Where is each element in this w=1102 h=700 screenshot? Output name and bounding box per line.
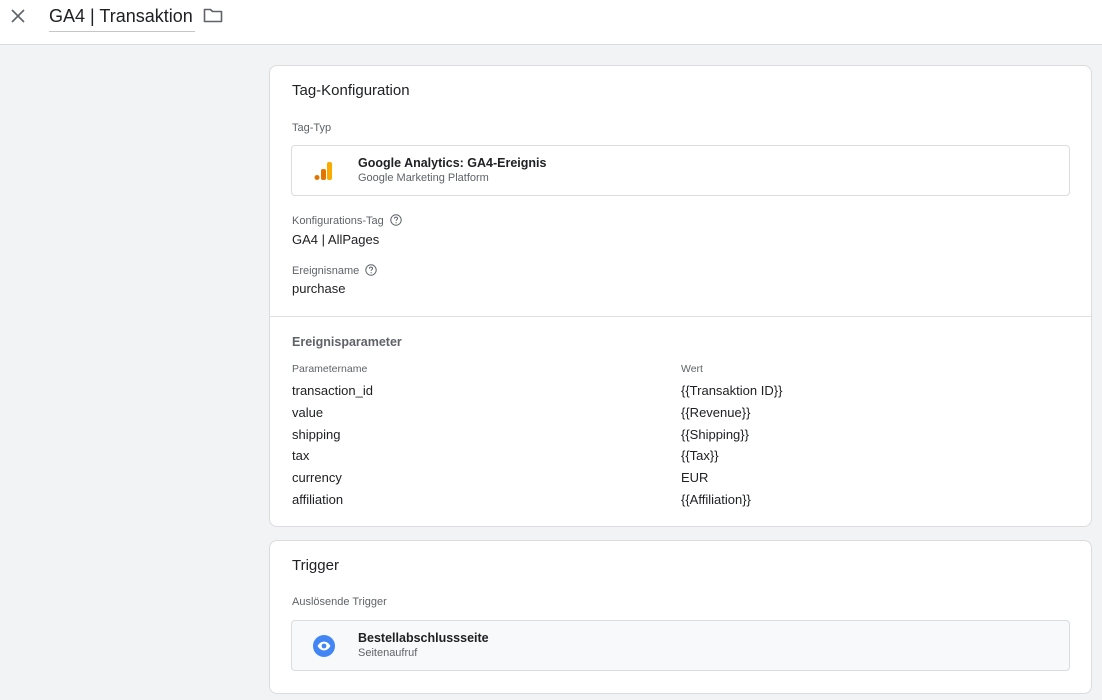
trigger-card[interactable]: Trigger Auslösende Trigger Bestellabschl… bbox=[269, 540, 1092, 694]
firing-triggers-label: Auslösende Trigger bbox=[292, 596, 387, 608]
help-icon[interactable] bbox=[390, 214, 402, 226]
card-title: Trigger bbox=[292, 557, 339, 574]
event-name-label-text: Ereignisname bbox=[292, 265, 360, 277]
tag-type-platform: Google Marketing Platform bbox=[358, 172, 489, 184]
trigger-item[interactable]: Bestellabschlussseite Seitenaufruf bbox=[291, 620, 1070, 671]
tag-name-title[interactable]: GA4 | Transaktion bbox=[49, 6, 193, 26]
tag-type-name: Google Analytics: GA4-Ereignis bbox=[358, 156, 547, 170]
param-value: {{Tax}} bbox=[681, 448, 719, 464]
divider bbox=[270, 316, 1091, 317]
table-row: value {{Revenue}} bbox=[292, 403, 1072, 425]
param-name: affiliation bbox=[292, 491, 344, 507]
param-name: shipping bbox=[292, 426, 341, 442]
trigger-name: Bestellabschlussseite bbox=[358, 631, 489, 645]
card-title: Tag-Konfiguration bbox=[292, 82, 410, 99]
config-tag-label-text: Konfigurations-Tag bbox=[292, 215, 384, 227]
top-bar: GA4 | Transaktion bbox=[0, 0, 1102, 45]
google-analytics-icon bbox=[314, 160, 334, 182]
folder-icon[interactable] bbox=[203, 7, 223, 25]
param-name: transaction_id bbox=[292, 383, 373, 398]
tag-type-label: Tag-Typ bbox=[292, 122, 332, 134]
tag-configuration-card[interactable]: Tag-Konfiguration Tag-Typ Google Analyti… bbox=[269, 65, 1092, 527]
param-name: value bbox=[292, 404, 324, 420]
eye-icon bbox=[313, 635, 335, 657]
param-name: tax bbox=[292, 448, 310, 464]
help-icon[interactable] bbox=[365, 264, 377, 276]
param-value: {{Revenue}} bbox=[681, 404, 751, 420]
tag-type-box[interactable]: Google Analytics: GA4-Ereignis Google Ma… bbox=[291, 145, 1070, 196]
trigger-type: Seitenaufruf bbox=[358, 647, 418, 659]
event-name-label: Ereignisname bbox=[292, 264, 377, 277]
params-header-value: Wert bbox=[681, 363, 703, 375]
tag-name-field[interactable]: GA4 | Transaktion bbox=[49, 4, 195, 32]
param-name: currency bbox=[292, 470, 342, 486]
event-params-title: Ereignisparameter bbox=[292, 335, 402, 349]
config-tag-label: Konfigurations-Tag bbox=[292, 214, 402, 227]
param-value: {{Affiliation}} bbox=[681, 491, 751, 507]
param-value: {{Transaktion ID}} bbox=[681, 383, 783, 398]
table-row: currency EUR bbox=[292, 468, 1072, 490]
config-tag-value: GA4 | AllPages bbox=[292, 232, 380, 247]
param-value: {{Shipping}} bbox=[681, 426, 749, 442]
params-header-row: Parametername Wert bbox=[292, 363, 1072, 381]
table-row: shipping {{Shipping}} bbox=[292, 425, 1072, 447]
table-row: affiliation {{Affiliation}} bbox=[292, 490, 1072, 512]
close-icon[interactable] bbox=[8, 6, 28, 26]
table-row: tax {{Tax}} bbox=[292, 446, 1072, 468]
params-header-name: Parametername bbox=[292, 363, 368, 375]
event-params-table: Parametername Wert transaction_id {{Tran… bbox=[292, 363, 1072, 512]
event-name-value: purchase bbox=[292, 281, 346, 296]
param-value: EUR bbox=[681, 470, 709, 486]
table-row: transaction_id {{Transaktion ID}} bbox=[292, 381, 1072, 403]
